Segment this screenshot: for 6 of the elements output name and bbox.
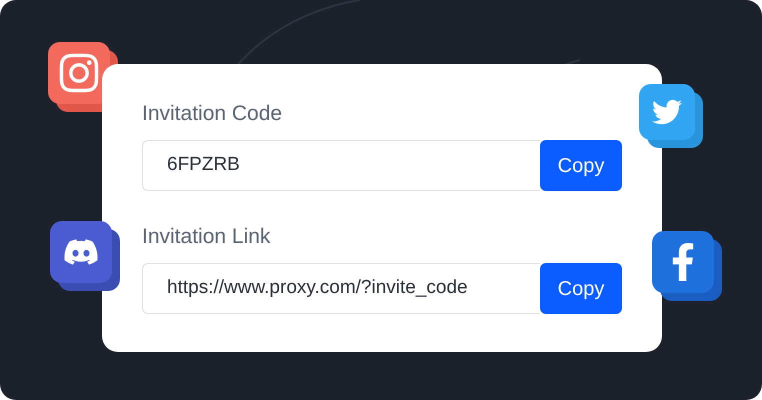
field-label: Invitation Link [142, 224, 272, 250]
copy-button[interactable]: Copy [540, 140, 622, 191]
copy-button[interactable]: Copy [540, 263, 622, 314]
input-field[interactable]: https://www.proxy.com/?invite_code [142, 263, 540, 314]
field-label: Invitation Code [142, 101, 284, 127]
input-field[interactable]: 6FPZRB [142, 140, 540, 191]
